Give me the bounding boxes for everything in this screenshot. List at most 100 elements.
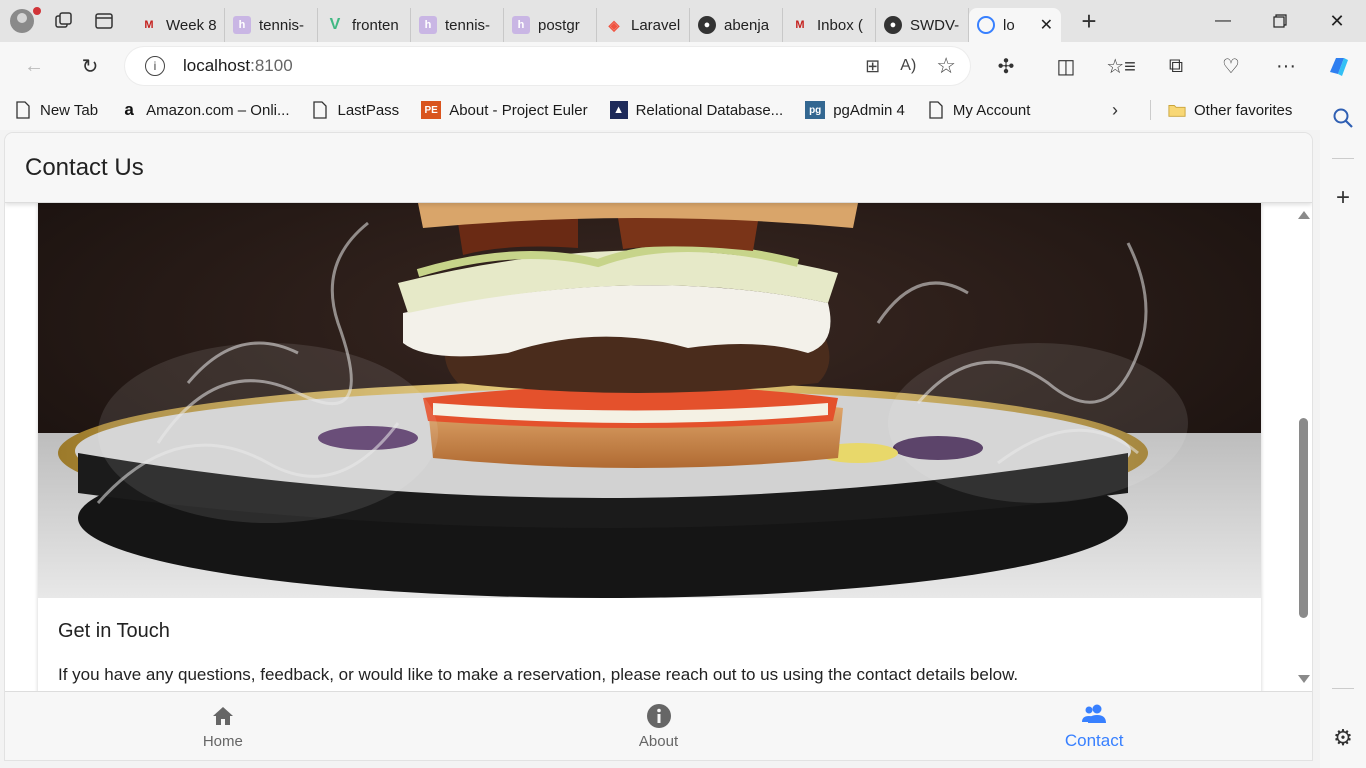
restore-icon	[1273, 14, 1287, 28]
page-title: Contact Us	[25, 153, 144, 181]
restore-button[interactable]	[1251, 0, 1309, 42]
more-dots-icon: ···	[1276, 54, 1296, 77]
browser-tab-active[interactable]: lo ✕	[969, 8, 1061, 42]
browser-essentials-button[interactable]: ♡	[1209, 46, 1253, 86]
favorite-my-account[interactable]: My Account	[927, 101, 1030, 119]
gmail-icon: M	[795, 19, 805, 31]
close-window-button[interactable]: ✕	[1308, 0, 1366, 42]
tab-home[interactable]: Home	[5, 692, 441, 760]
browser-tab[interactable]: ◈ Laravel	[597, 8, 690, 42]
card-description: If you have any questions, feedback, or …	[58, 665, 1019, 684]
content-scrollbar[interactable]	[1295, 203, 1312, 691]
app-available-icon[interactable]: ⊞	[865, 56, 880, 77]
sidebar-settings-button[interactable]: ⚙	[1320, 718, 1366, 758]
folder-icon	[1168, 101, 1186, 119]
back-arrow-icon: ←	[24, 54, 44, 77]
split-screen-icon: ◫	[1056, 55, 1076, 78]
back-button[interactable]: ←	[12, 46, 56, 86]
favorite-star-icon[interactable]: ☆	[936, 53, 956, 79]
notification-dot	[33, 7, 41, 15]
minimize-icon: —	[1215, 12, 1231, 29]
url-text: localhost:8100	[183, 56, 293, 75]
bottom-tab-bar: Home About Contact	[5, 691, 1312, 760]
burger-hero-image	[38, 203, 1261, 598]
people-icon	[1082, 704, 1107, 723]
copilot-button[interactable]	[1316, 46, 1360, 86]
info-icon[interactable]: i	[145, 56, 165, 76]
settings-more-button[interactable]: ···	[1264, 46, 1308, 86]
plus-icon: +	[1081, 5, 1097, 36]
favorite-new-tab[interactable]: New Tab	[14, 101, 98, 119]
favorite-amazon[interactable]: a Amazon.com – Onli...	[120, 100, 289, 119]
favorites-bar: New Tab a Amazon.com – Onli... LastPass …	[0, 90, 1366, 130]
favorite-project-euler[interactable]: PE About - Project Euler	[421, 101, 588, 119]
favorite-lastpass[interactable]: LastPass	[311, 101, 399, 119]
heroku-icon: h	[512, 16, 530, 34]
puzzle-icon: ✣	[997, 55, 1015, 78]
new-tab-button[interactable]: +	[1061, 0, 1117, 42]
browser-tab[interactable]: h tennis-	[411, 8, 504, 42]
browser-tab[interactable]: h postgr	[504, 8, 597, 42]
scrollbar-thumb[interactable]	[1299, 418, 1308, 618]
tab-actions-button[interactable]	[84, 0, 124, 42]
browser-tab[interactable]: M Inbox (	[783, 8, 876, 42]
close-icon: ✕	[1329, 10, 1345, 31]
vue-icon: V	[329, 16, 341, 33]
browser-tab[interactable]: V fronten	[318, 8, 411, 42]
avatar-icon	[10, 9, 34, 33]
profile-avatar[interactable]	[0, 0, 44, 42]
favorite-relational-database[interactable]: ▲ Relational Database...	[609, 101, 783, 119]
heroku-icon: h	[419, 16, 437, 34]
favorites-button[interactable]: ☆≡	[1099, 46, 1143, 86]
browser-tab[interactable]: ● abenja	[690, 8, 783, 42]
minimize-button[interactable]: —	[1194, 0, 1252, 42]
browser-tab[interactable]: M Week 8	[132, 8, 225, 42]
card-title: Get in Touch	[58, 620, 170, 642]
search-icon	[1333, 108, 1353, 128]
favorite-pgadmin[interactable]: pg pgAdmin 4	[805, 101, 905, 119]
information-icon	[646, 703, 671, 728]
address-bar[interactable]: i localhost:8100 ⊞ A) ☆	[125, 47, 970, 85]
browser-tab-strip: M Week 8 h tennis- V fronten h tennis- h…	[0, 0, 1366, 42]
favorites-list-icon: ☆≡	[1106, 55, 1136, 78]
vertical-tabs-icon	[95, 13, 113, 29]
github-icon: ●	[698, 16, 716, 34]
tab-contact[interactable]: Contact	[876, 692, 1312, 760]
scroll-down-arrow-icon[interactable]	[1298, 675, 1310, 683]
scroll-up-arrow-icon[interactable]	[1298, 211, 1310, 219]
page-icon	[14, 101, 32, 119]
ionic-icon	[977, 16, 995, 34]
home-icon	[212, 706, 233, 725]
sidebar-search-button[interactable]	[1320, 98, 1366, 138]
sidebar-divider	[1332, 158, 1354, 159]
workspaces-button[interactable]	[44, 0, 84, 42]
page-icon	[311, 101, 329, 119]
browser-toolbar: ← ↻ i localhost:8100 ⊞ A) ☆ ✣ ◫ ☆≡ ⧉ ♡ ·…	[0, 42, 1366, 90]
sidebar-divider	[1332, 688, 1354, 689]
pgadmin-icon: pg	[805, 101, 826, 119]
refresh-icon: ↻	[81, 55, 99, 78]
workspaces-icon	[55, 12, 72, 28]
split-screen-button[interactable]: ◫	[1044, 46, 1088, 86]
browser-tab[interactable]: h tennis-	[225, 8, 318, 42]
github-icon: ●	[884, 16, 902, 34]
extensions-button[interactable]: ✣	[984, 46, 1028, 86]
chevron-right-icon[interactable]: ›	[1112, 100, 1118, 121]
collections-icon: ⧉	[1168, 54, 1184, 77]
copilot-icon	[1330, 58, 1348, 76]
close-tab-icon[interactable]: ✕	[1040, 15, 1053, 35]
page-icon	[927, 101, 945, 119]
collections-button[interactable]: ⧉	[1154, 46, 1198, 86]
sidebar-add-button[interactable]: +	[1320, 178, 1366, 218]
refresh-button[interactable]: ↻	[68, 46, 112, 86]
other-favorites[interactable]: Other favorites	[1168, 101, 1292, 119]
tab-about[interactable]: About	[441, 692, 877, 760]
read-aloud-icon[interactable]: A)	[900, 57, 916, 75]
gmail-icon: M	[144, 19, 154, 31]
browser-tab[interactable]: ● SWDV-	[876, 8, 969, 42]
gear-icon: ⚙	[1333, 725, 1353, 750]
edge-sidebar: + ⚙	[1320, 90, 1366, 768]
app-content[interactable]: Get in Touch If you have any questions, …	[5, 203, 1295, 691]
database-icon: ▲	[609, 101, 628, 119]
favorites-divider	[1150, 100, 1151, 120]
